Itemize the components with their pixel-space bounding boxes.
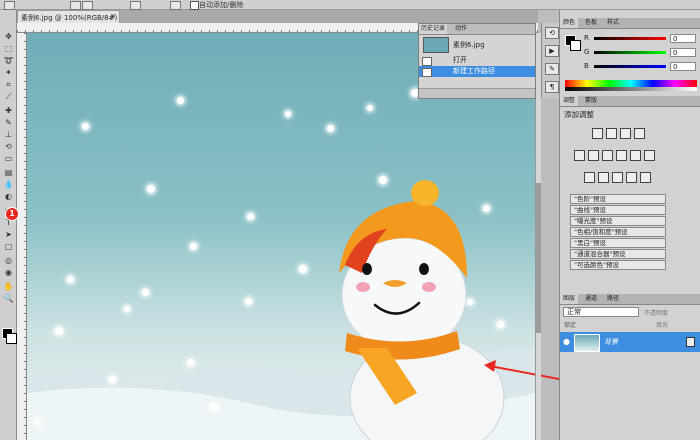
actions-dock-icon[interactable]: ▶ — [545, 45, 559, 57]
color-panel-tabs: 颜色 色板 样式 — [560, 18, 700, 29]
red-channel-bar[interactable] — [594, 37, 666, 40]
history-row-new-work-path[interactable]: 新建工作路径 — [419, 66, 535, 77]
snapshot-thumbnail[interactable] — [423, 37, 449, 53]
add-adjustment-heading: 添加调整 — [564, 110, 594, 119]
lock-label: 锁定 — [564, 322, 577, 329]
tab-actions[interactable]: 动作 — [453, 24, 469, 34]
selective-color-icon[interactable] — [640, 172, 651, 183]
history-dock-icon[interactable]: ⟲ — [545, 27, 559, 39]
tab-styles[interactable]: 样式 — [604, 18, 622, 28]
color-balance-icon[interactable] — [602, 150, 613, 161]
brightness-icon[interactable] — [592, 128, 603, 139]
history-state-icon — [422, 57, 432, 66]
adjust-panel-tabs: 调整 蒙版 — [560, 96, 700, 107]
layers-panel-tabs: 图层 通道 路径 — [560, 294, 700, 305]
fill-label: 填充 — [656, 322, 669, 329]
tab-history[interactable]: 历史记录 — [419, 24, 448, 34]
lock-icon — [686, 337, 695, 347]
green-channel-label: G — [584, 48, 590, 56]
blue-channel-value[interactable]: 0 — [670, 62, 696, 71]
vibrance-icon[interactable] — [574, 150, 585, 161]
tab-channels[interactable]: 通道 — [582, 294, 600, 304]
invert-icon[interactable] — [584, 172, 595, 183]
threshold-icon[interactable] — [612, 172, 623, 183]
right-panels: 颜色 色板 样式 R 0 G 0 B 0 调整 蒙版 添加调整 "色阶"预设 "… — [559, 10, 700, 440]
history-panel: 历史记录 动作 素例6.jpg 打开 新建工作路径 — [418, 23, 536, 99]
layer-name: 背景 — [604, 338, 618, 346]
tool-presets-dock-icon[interactable]: ✎ — [545, 63, 559, 75]
scrollbar-thumb[interactable] — [536, 183, 541, 333]
preset-black-white[interactable]: "黑白"预设 — [570, 238, 666, 248]
tab-masks[interactable]: 蒙版 — [582, 96, 600, 106]
brushes-dock-icon[interactable]: ¶ — [545, 81, 559, 93]
levels-icon[interactable] — [606, 128, 617, 139]
green-channel-slider[interactable]: G 0 — [584, 48, 698, 58]
red-channel-value[interactable]: 0 — [670, 34, 696, 43]
collapsed-panel-dock: ⟲ ▶ ✎ ¶ — [541, 23, 559, 98]
black-white-icon[interactable] — [616, 150, 627, 161]
preset-channel-mixer[interactable]: "通道混合器"预设 — [570, 249, 666, 259]
hue-saturation-icon[interactable] — [588, 150, 599, 161]
history-row-label: 新建工作路径 — [453, 67, 495, 75]
exposure-icon[interactable] — [634, 128, 645, 139]
blue-channel-label: B — [584, 62, 589, 70]
red-channel-slider[interactable]: R 0 — [584, 34, 698, 44]
history-panel-tabs: 历史记录 动作 — [419, 24, 535, 35]
photo-filter-icon[interactable] — [630, 150, 641, 161]
green-channel-bar[interactable] — [594, 51, 666, 54]
background-color-chip[interactable] — [570, 40, 581, 51]
channel-mixer-icon[interactable] — [644, 150, 655, 161]
color-spectrum-bar[interactable] — [565, 80, 697, 91]
posterize-icon[interactable] — [598, 172, 609, 183]
tab-swatches[interactable]: 色板 — [582, 18, 600, 28]
preset-curves[interactable]: "曲线"预设 — [570, 205, 666, 215]
blend-mode-select[interactable]: 正常 — [563, 307, 639, 317]
blue-channel-bar[interactable] — [594, 65, 666, 68]
visibility-eye-icon[interactable]: ● — [563, 337, 571, 346]
tab-layers[interactable]: 图层 — [560, 294, 579, 304]
tab-paths[interactable]: 路径 — [604, 294, 622, 304]
tab-adjustments[interactable]: 调整 — [560, 96, 579, 106]
preset-selective-color[interactable]: "可选颜色"预设 — [570, 260, 666, 270]
step-marker-1: 1 — [6, 208, 18, 220]
preset-exposure[interactable]: "曝光度"预设 — [570, 216, 666, 226]
opacity-label: 不透明度 — [644, 310, 669, 317]
history-row-label: 打开 — [453, 56, 467, 64]
preset-levels[interactable]: "色阶"预设 — [570, 194, 666, 204]
history-state-icon — [422, 68, 432, 77]
layer-row-background[interactable]: ● 背景 — [560, 332, 700, 352]
green-channel-value[interactable]: 0 — [670, 48, 696, 57]
history-panel-footer — [419, 88, 535, 98]
curves-icon[interactable] — [620, 128, 631, 139]
tab-color[interactable]: 颜色 — [560, 18, 579, 28]
history-row-open[interactable]: 打开 — [419, 55, 535, 66]
preset-hue-saturation[interactable]: "色相/饱和度"预设 — [570, 227, 666, 237]
layer-thumbnail — [574, 334, 600, 352]
blue-channel-slider[interactable]: B 0 — [584, 62, 698, 72]
snapshot-name[interactable]: 素例6.jpg — [453, 40, 485, 50]
red-channel-label: R — [584, 34, 589, 42]
gradient-map-icon[interactable] — [626, 172, 637, 183]
